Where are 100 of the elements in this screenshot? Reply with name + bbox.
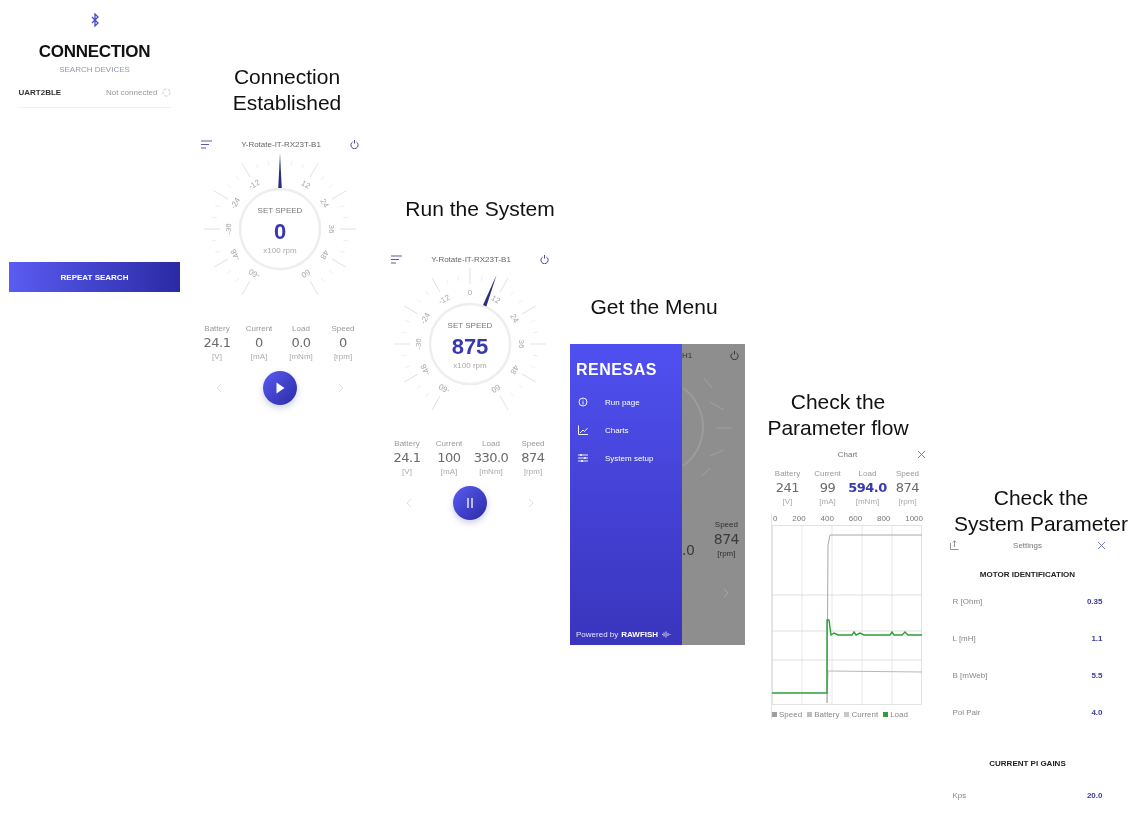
setting-label: R [Ohm] [952, 597, 983, 606]
pause-button[interactable] [453, 486, 487, 520]
stat-unit: [rpm] [333, 352, 353, 361]
stat-unit: [V] [402, 467, 412, 476]
export-icon[interactable] [949, 540, 959, 550]
stat-label: Speed [331, 324, 355, 333]
stat-value: 874 [895, 480, 920, 495]
tick-label: 12 [489, 293, 502, 306]
close-icon[interactable] [916, 449, 926, 459]
power-icon[interactable] [350, 139, 359, 149]
setting-row[interactable]: L [mH] 1.1 [952, 634, 1103, 671]
spinner-icon [161, 88, 171, 97]
step-caption: Check the Parameter flow [766, 389, 910, 441]
tick-label: 24 [508, 312, 521, 325]
tick-label: 60 [299, 267, 312, 280]
setting-value: 1.1 [1091, 634, 1103, 643]
tick-label: -36 [414, 338, 424, 350]
line-chart-icon [578, 425, 588, 435]
power-icon[interactable] [540, 254, 549, 264]
stat-unit: [mNm] [289, 352, 313, 361]
screen-title: Settings [1013, 540, 1042, 550]
gauge-label: SET SPEED [257, 206, 303, 215]
stat-label: Load [858, 469, 877, 478]
stat-unit: [rpm] [717, 549, 736, 558]
step-caption: Get the Menu [589, 294, 719, 320]
stat-unit: [mNm] [855, 497, 880, 506]
stat-value: 594.0 [848, 480, 887, 495]
section-title: CURRENT PI GAINS [988, 759, 1067, 768]
setting-value: 5.5 [1091, 671, 1103, 680]
device-title: H1 [682, 350, 693, 360]
legend-label: Current [851, 710, 879, 719]
tick-label: 0 [467, 288, 473, 298]
stat-unit: [mA] [250, 352, 268, 361]
device-row[interactable]: UART2BLE Not connected [18, 88, 171, 108]
menu-item-label: Charts [605, 425, 629, 435]
setting-row[interactable]: B [mWeb] 5.5 [952, 671, 1103, 708]
power-icon[interactable] [730, 350, 739, 360]
menu-icon[interactable] [201, 139, 212, 149]
menu-item[interactable]: Charts [576, 425, 677, 435]
device-title: Y-Rotate-IT-RX23T-B1 [241, 139, 321, 149]
gauge-value: 875 [451, 334, 489, 359]
device-name: UART2BLE [18, 88, 62, 97]
tick-label: -24 [228, 196, 243, 211]
tick-label: -60 [247, 266, 262, 281]
setting-row[interactable]: Pol Pair 4.0 [952, 708, 1103, 745]
tick-label: -12 [247, 177, 262, 192]
menu-item-label: System setup [605, 453, 654, 463]
setting-label: Kps [952, 791, 967, 800]
stat-value: 330.0 [473, 450, 509, 465]
legend-label: Load [890, 710, 908, 719]
axis-tick-label: 600 [848, 514, 863, 523]
tick-label: -36 [224, 223, 234, 235]
brand-name: RAWFISH [621, 630, 659, 639]
subtitle: SEARCH DEVICES [59, 65, 130, 74]
tick-label: -48 [418, 362, 433, 377]
gauge-unit: x100 rpm [453, 361, 487, 370]
tick-label: 48 [508, 363, 521, 376]
step-caption: Run the System [404, 196, 556, 222]
sound-wave-icon [661, 631, 672, 638]
stat-unit: [rpm] [523, 467, 543, 476]
menu-icon[interactable] [391, 254, 402, 264]
legend-label: Speed [779, 710, 803, 719]
legend-label: Battery [814, 710, 840, 719]
axis-tick-label: 400 [820, 514, 834, 523]
stat-label: Speed [714, 520, 738, 529]
tick-label: -24 [418, 311, 433, 326]
stat-value: 99 [819, 480, 836, 495]
screen-title: Chart [837, 449, 858, 459]
tick-label: -60 [437, 381, 452, 396]
connection-status: Not connected [105, 88, 158, 97]
sliders-icon [578, 453, 588, 463]
close-icon[interactable] [1096, 540, 1106, 550]
stat-unit: [mA] [440, 467, 458, 476]
repeat-search-button[interactable]: REPEAT SEARCH [9, 262, 180, 292]
setting-row[interactable]: R [Ohm] 0.35 [952, 597, 1103, 634]
stat-unit: [V] [212, 352, 222, 361]
stat-label: Battery [774, 469, 801, 478]
stat-unit: [rpm] [898, 497, 917, 506]
stat-value: 0.0 [291, 335, 311, 350]
play-button[interactable] [263, 371, 297, 405]
setting-label: L [mH] [952, 634, 976, 643]
stat-value: 24.1 [393, 450, 421, 465]
stat-value: 24.1 [203, 335, 231, 350]
axis-tick-label: 0 [773, 514, 778, 523]
menu-item[interactable]: System setup [576, 453, 677, 463]
setting-row[interactable]: Kps 20.0 [952, 791, 1103, 817]
stat-value: 0 [339, 335, 347, 350]
bluetooth-icon [89, 13, 100, 27]
section-title: MOTOR IDENTIFICATION [978, 570, 1077, 579]
stat-label: Current [814, 469, 841, 478]
stat-value: .0 [682, 542, 695, 558]
stat-label: Battery [204, 324, 230, 333]
step-caption: Check the System Parameter [953, 485, 1129, 537]
tick-label: 36 [326, 224, 336, 234]
stat-label: Battery [394, 439, 420, 448]
stat-value: 100 [437, 450, 461, 465]
info-icon [578, 397, 588, 407]
stat-label: Speed [895, 469, 920, 478]
menu-item[interactable]: Run page [576, 397, 677, 407]
tick-label: -48 [228, 247, 243, 262]
